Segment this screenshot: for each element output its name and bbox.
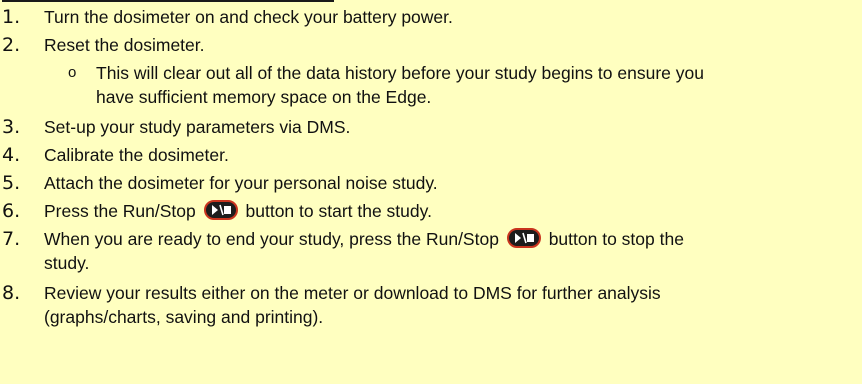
- step-text: Reset the dosimeter.: [44, 35, 205, 55]
- step-text-before-icon: When you are ready to end your study, pr…: [44, 229, 499, 249]
- step-text: Attach the dosimeter for your personal n…: [44, 173, 438, 193]
- step-text: Turn the dosimeter on and check your bat…: [44, 7, 453, 27]
- step-text-line-1: Review your results either on the meter …: [44, 283, 661, 303]
- step-text-line-2: study.: [44, 253, 90, 273]
- run-stop-button-icon: [203, 200, 238, 221]
- step-text: Calibrate the dosimeter.: [44, 145, 229, 165]
- run-stop-button-icon: [506, 228, 541, 249]
- step-text-after-icon: button to stop the: [548, 229, 684, 249]
- step-number: 2.: [2, 34, 21, 56]
- step-text: Set-up your study parameters via DMS.: [44, 117, 351, 137]
- step-text-before-icon: Press the Run/Stop: [44, 201, 196, 221]
- step-text-after-icon: button to start the study.: [245, 201, 432, 221]
- step-text: When you are ready to end your study, pr…: [44, 227, 684, 251]
- bullet-text-line-2: have sufficient memory space on the Edge…: [96, 87, 432, 107]
- header-underline: [2, 0, 334, 2]
- step-number: 5.: [2, 172, 21, 194]
- step-number: 4.: [2, 144, 21, 166]
- step-number: 3.: [2, 116, 21, 138]
- bullet-marker: o: [68, 64, 77, 81]
- step-number: 7.: [2, 228, 21, 250]
- bullet-text-line-1: This will clear out all of the data hist…: [96, 63, 704, 83]
- step-text: Press the Run/Stop button to start the s…: [44, 199, 432, 223]
- step-text-line-2: (graphs/charts, saving and printing).: [44, 307, 324, 327]
- step-number: 6.: [2, 200, 21, 222]
- step-number: 1.: [2, 6, 21, 28]
- step-number: 8.: [2, 282, 21, 304]
